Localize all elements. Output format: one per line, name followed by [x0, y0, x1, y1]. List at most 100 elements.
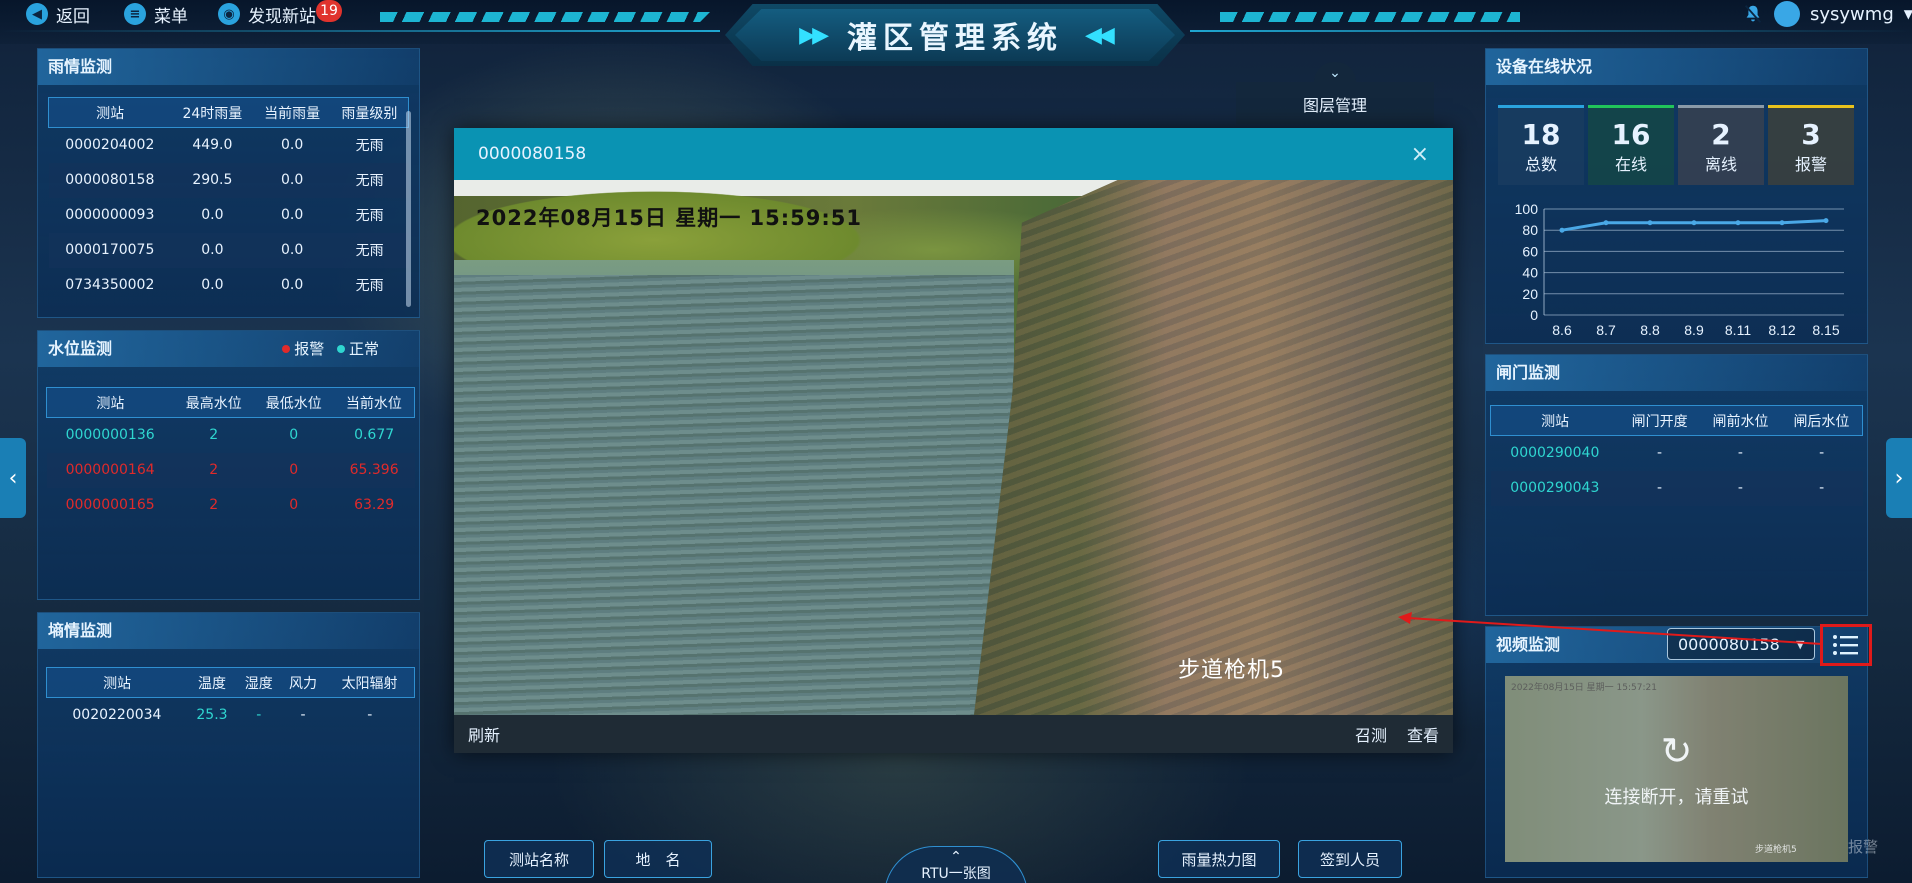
table-row[interactable]: 0000000165 2 0 63.29: [47, 488, 415, 523]
soil-moisture-panel: 墒情监测 测站 温度 湿度 风力 太阳辐射 0020220034 25.3 - …: [37, 612, 420, 878]
cell: 0000000136: [65, 427, 155, 444]
system-title-frame: ▶▶ 灌区管理系统 ◀◀: [725, 4, 1185, 66]
cell: 65.396: [333, 452, 415, 488]
discover-new-station-button[interactable]: ◉ 发现新站: [218, 0, 316, 28]
cell: -: [367, 707, 373, 724]
user-dropdown-icon[interactable]: ▼: [1904, 7, 1912, 21]
compass-icon: ◉: [218, 3, 240, 25]
cell: -: [1819, 445, 1825, 462]
cell: 0020220034: [72, 707, 162, 724]
cell: -: [256, 707, 262, 724]
table-row[interactable]: 0000000164 2 0 65.396: [46, 452, 415, 488]
signin-label: 签到人员: [1319, 850, 1380, 869]
refresh-button[interactable]: 刷新: [468, 722, 500, 746]
x-tick-label: 8.15: [1812, 322, 1839, 338]
stat-total-value: 18: [1521, 118, 1561, 151]
chevron-down-icon: ⌄: [1329, 65, 1341, 81]
soil-table: 测站 温度 湿度 风力 太阳辐射 0020220034 25.3 - - -: [46, 667, 415, 733]
collapse-right-button[interactable]: ›: [1886, 438, 1912, 518]
menu-button[interactable]: ≡ 菜单: [124, 0, 188, 28]
stat-alarm-value: 3: [1801, 118, 1821, 151]
video-modal: 0000080158 × 2022年08月15日 星期一 15:59:51 步道…: [454, 128, 1453, 753]
view-button[interactable]: 查看: [1407, 722, 1439, 746]
table-row[interactable]: 0000170075 0.0 0.0 无雨: [48, 232, 409, 268]
chevron-right-icon: ›: [1894, 465, 1904, 491]
x-tick-label: 8.6: [1552, 322, 1572, 338]
cell: -: [1780, 470, 1863, 506]
table-row[interactable]: 0000290040 - - -: [1491, 436, 1863, 471]
header-line-left: [0, 30, 720, 32]
back-button[interactable]: ◀ 返回: [26, 0, 90, 28]
device-status-panel: 设备在线状况 18 总数 16 在线 2 离线 3 报警 0 20 40 60 80 10…: [1485, 48, 1868, 344]
refresh-icon[interactable]: ↻: [1661, 729, 1693, 773]
col-upstream-level: 闸前水位: [1712, 413, 1769, 430]
cell: 0000204002: [65, 137, 155, 154]
legend-normal: 正常: [348, 340, 379, 358]
stat-total: 18 总数: [1498, 105, 1584, 185]
back-label: 返回: [56, 6, 90, 27]
video-thumbnail[interactable]: 2022年08月15日 星期一 15:57:21 步道枪机5 ↻ 连接断开，请重…: [1505, 676, 1848, 862]
cell: 0000170075: [48, 232, 172, 268]
rain-table: 测站 24时雨量 当前雨量 雨量级别 0000204002 449.0 0.0 无雨 …: [48, 97, 409, 303]
y-tick-label: 80: [1522, 222, 1538, 238]
water-panel-title: 水位监测: [48, 339, 113, 358]
table-row[interactable]: 0000000136 2 0 0.677: [47, 418, 415, 453]
menu-label: 菜单: [154, 6, 188, 27]
layer-toggle-button[interactable]: ⌄: [1314, 62, 1356, 84]
cell: 0.677: [354, 427, 395, 444]
data-point: [1779, 220, 1785, 226]
cell: 无雨: [330, 162, 409, 198]
table-row[interactable]: 0000290043- - -: [1490, 470, 1863, 506]
data-point: [1691, 220, 1697, 226]
table-row[interactable]: 0000204002 449.0 0.0 无雨: [49, 128, 409, 163]
stat-online: 16 在线: [1588, 105, 1674, 185]
cell: 0: [289, 497, 299, 513]
water-legend: 报警 正常: [282, 331, 379, 367]
cell: 2: [209, 427, 219, 444]
partial-alarm-label: 报警: [1848, 838, 1879, 856]
table-row[interactable]: 0000000093 0.0 0.0 无雨: [49, 198, 409, 233]
y-tick-label: 40: [1522, 265, 1538, 281]
bell-muted-icon[interactable]: [1742, 3, 1764, 25]
col-station: 测站: [103, 675, 132, 692]
header-line-right: [1190, 30, 1912, 32]
place-name-button[interactable]: 地 名: [604, 840, 712, 878]
cell: 0.0: [201, 277, 224, 293]
rain-heatmap-button[interactable]: 雨量热力图: [1158, 840, 1280, 878]
stat-alarm: 3 报警: [1768, 105, 1854, 185]
water-level-panel: 水位监测 报警 正常 测站 最高水位 最低水位 当前水位 0000000136 2…: [37, 330, 420, 600]
user-avatar-icon[interactable]: [1774, 1, 1800, 27]
station-name-label: 测站名称: [508, 850, 569, 869]
cell: 25.3: [196, 707, 228, 724]
rain-scrollbar[interactable]: [406, 111, 411, 307]
cell: 0000000165: [65, 497, 155, 513]
rain-panel-title: 雨情监测: [38, 49, 419, 85]
video-stream[interactable]: 2022年08月15日 星期一 15:59:51 步道枪机5: [454, 180, 1453, 715]
username[interactable]: sysywmg: [1810, 4, 1894, 25]
cell: 290.5: [171, 162, 254, 198]
station-name-button[interactable]: 测站名称: [484, 840, 594, 878]
chevron-left-icon: ‹: [8, 465, 18, 491]
col-current-rain: 当前雨量: [264, 105, 321, 122]
cell: -: [1737, 445, 1743, 462]
header-stripes-right: [1220, 12, 1520, 22]
cell: 2: [209, 497, 219, 513]
table-row[interactable]: 0020220034 25.3 - - -: [47, 698, 415, 733]
cell: 0000000164: [46, 452, 174, 488]
rtu-map-button[interactable]: ⌃ RTU一张图: [884, 846, 1028, 883]
x-tick-label: 8.12: [1768, 322, 1795, 338]
col-wind: 风力: [289, 675, 317, 692]
layer-management-button[interactable]: 图层管理: [1236, 82, 1434, 124]
heatmap-label: 雨量热力图: [1181, 850, 1257, 869]
table-row[interactable]: 0000080158 290.5 0.0 无雨: [48, 162, 409, 198]
close-icon[interactable]: ×: [1411, 142, 1429, 167]
signin-staff-button[interactable]: 签到人员: [1298, 840, 1402, 878]
disconnected-overlay: ↻ 连接断开，请重试: [1505, 676, 1848, 862]
title-chevron-right-icon: ▶▶: [799, 22, 829, 48]
legend-alarm: 报警: [294, 340, 325, 358]
table-row[interactable]: 0734350002 0.0 0.0 无雨: [49, 268, 409, 303]
call-measure-button[interactable]: 召测: [1355, 722, 1387, 746]
cell: 0.0: [201, 207, 224, 223]
col-current-level: 当前水位: [345, 395, 402, 412]
collapse-left-button[interactable]: ‹: [0, 438, 26, 518]
